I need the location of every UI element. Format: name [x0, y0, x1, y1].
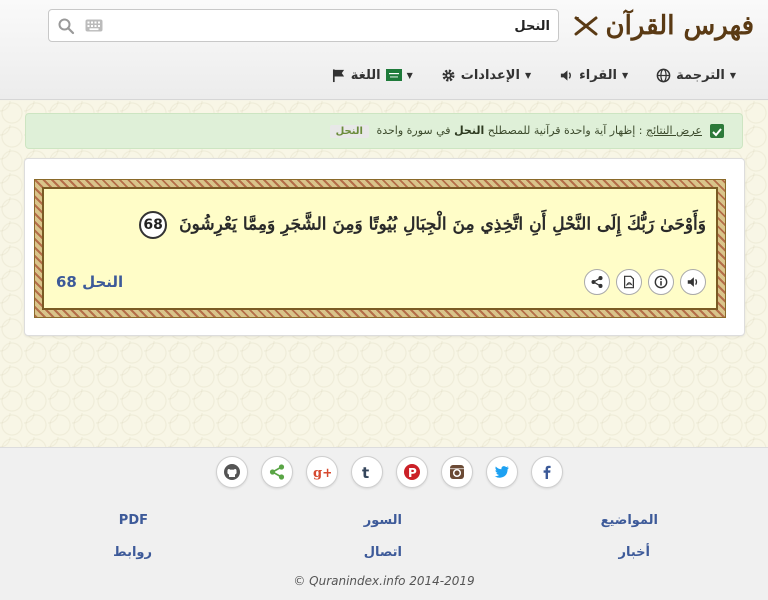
- nav-reciters-label: القراء: [579, 67, 617, 83]
- instagram-button[interactable]: [441, 456, 473, 488]
- speaker-icon: [560, 69, 572, 81]
- verse-tools: [584, 269, 706, 295]
- instagram-icon: [450, 465, 464, 479]
- twitter-button[interactable]: [486, 456, 518, 488]
- verse-info-button[interactable]: [648, 269, 674, 295]
- header: فهرس القرآن الترجمة ▼: [0, 0, 768, 100]
- footer: g+ t P المواضيع السور PDF أخبار اتصال رو…: [0, 447, 768, 600]
- alert-suffix: في سورة واحدة: [376, 124, 451, 137]
- footer-link-links[interactable]: روابط: [113, 545, 152, 560]
- nav-language[interactable]: اللغة ▼: [331, 68, 413, 83]
- globe-icon: [656, 68, 671, 82]
- footer-link-news[interactable]: أخبار: [619, 545, 651, 560]
- flag-icon: [332, 68, 344, 82]
- gear-icon: [442, 68, 455, 82]
- tumblr-icon: t: [362, 464, 369, 481]
- chevron-down-icon: ▼: [524, 70, 532, 80]
- facebook-icon: [543, 465, 551, 479]
- crossed-pens-icon: [574, 16, 598, 36]
- google-plus-icon: g+: [313, 466, 331, 481]
- alert-term: النحل: [454, 124, 485, 137]
- check-icon: [710, 124, 724, 138]
- svg-text:P: P: [408, 466, 417, 480]
- search-input[interactable]: [130, 15, 550, 37]
- search-icon[interactable]: [57, 17, 75, 35]
- chevron-down-icon: ▼: [406, 70, 413, 80]
- nav-settings-label: الإعدادات: [460, 67, 520, 83]
- saudi-flag-icon: [385, 69, 402, 81]
- facebook-button[interactable]: [531, 456, 563, 488]
- pinterest-button[interactable]: P: [396, 456, 428, 488]
- verse-reference-link[interactable]: النحل 68: [56, 273, 123, 291]
- results-panel: وَأَوْحَىٰ رَبُّكَ إِلَى النَّحْلِ أَنِ …: [24, 158, 745, 336]
- copyright: © Quranindex.info 2014-2019: [293, 574, 475, 588]
- pdf-file-icon: [624, 275, 634, 289]
- share-button[interactable]: [584, 269, 610, 295]
- github-icon: [224, 464, 240, 480]
- footer-link-surahs[interactable]: السور: [364, 513, 402, 528]
- keyboard-icon[interactable]: [85, 19, 103, 32]
- pdf-button[interactable]: [616, 269, 642, 295]
- info-icon: [654, 275, 668, 289]
- alert-text: عرض النتائج : إظهار آية واحدة قرآنية للم…: [329, 124, 702, 138]
- share-icon: [591, 276, 603, 288]
- chevron-down-icon: ▼: [729, 70, 736, 80]
- nav-settings[interactable]: الإعدادات ▼: [441, 68, 531, 83]
- main-nav: الترجمة ▼ القراء ▼ الإعدادات ▼ اللغة ▼: [331, 62, 736, 88]
- content-area: عرض النتائج : إظهار آية واحدة قرآنية للم…: [0, 101, 768, 447]
- verse-card: وَأَوْحَىٰ رَبُّكَ إِلَى النَّحْلِ أَنِ …: [35, 180, 725, 317]
- twitter-icon: [494, 466, 509, 478]
- verse-text: وَأَوْحَىٰ رَبُّكَ إِلَى النَّحْلِ أَنِ …: [139, 211, 706, 239]
- footer-links: المواضيع السور PDF أخبار اتصال روابط: [0, 510, 768, 570]
- footer-link-topics[interactable]: المواضيع: [601, 513, 658, 528]
- share-social-button[interactable]: [261, 456, 293, 488]
- surah-badge[interactable]: النحل: [329, 125, 369, 138]
- chevron-down-icon: ▼: [621, 70, 629, 80]
- nav-language-label: اللغة: [350, 67, 381, 83]
- alert-prefix-link[interactable]: عرض النتائج: [646, 124, 702, 137]
- nav-translation[interactable]: الترجمة ▼: [656, 68, 736, 83]
- alert-description: : إظهار آية واحدة قرآنية للمصطلح: [487, 124, 643, 137]
- nav-translation-label: الترجمة: [676, 67, 725, 83]
- social-links: g+ t P: [216, 456, 563, 488]
- results-alert: عرض النتائج : إظهار آية واحدة قرآنية للم…: [25, 113, 743, 149]
- footer-link-contact[interactable]: اتصال: [364, 545, 402, 560]
- logo-text: فهرس القرآن: [605, 11, 754, 41]
- verse-number: 68: [139, 211, 168, 239]
- share-icon: [269, 464, 285, 480]
- search-box[interactable]: [48, 9, 559, 42]
- svg-text:t: t: [362, 464, 369, 481]
- tumblr-button[interactable]: t: [351, 456, 383, 488]
- verse-arabic: وَأَوْحَىٰ رَبُّكَ إِلَى النَّحْلِ أَنِ …: [179, 214, 706, 235]
- site-logo[interactable]: فهرس القرآن: [573, 6, 754, 46]
- speaker-icon: [687, 277, 698, 287]
- github-button[interactable]: [216, 456, 248, 488]
- pinterest-icon: P: [404, 464, 420, 480]
- nav-reciters[interactable]: القراء ▼: [559, 68, 628, 83]
- footer-link-pdf[interactable]: PDF: [119, 513, 148, 528]
- play-audio-button[interactable]: [680, 269, 706, 295]
- svg-text:g+: g+: [313, 466, 331, 481]
- google-plus-button[interactable]: g+: [306, 456, 338, 488]
